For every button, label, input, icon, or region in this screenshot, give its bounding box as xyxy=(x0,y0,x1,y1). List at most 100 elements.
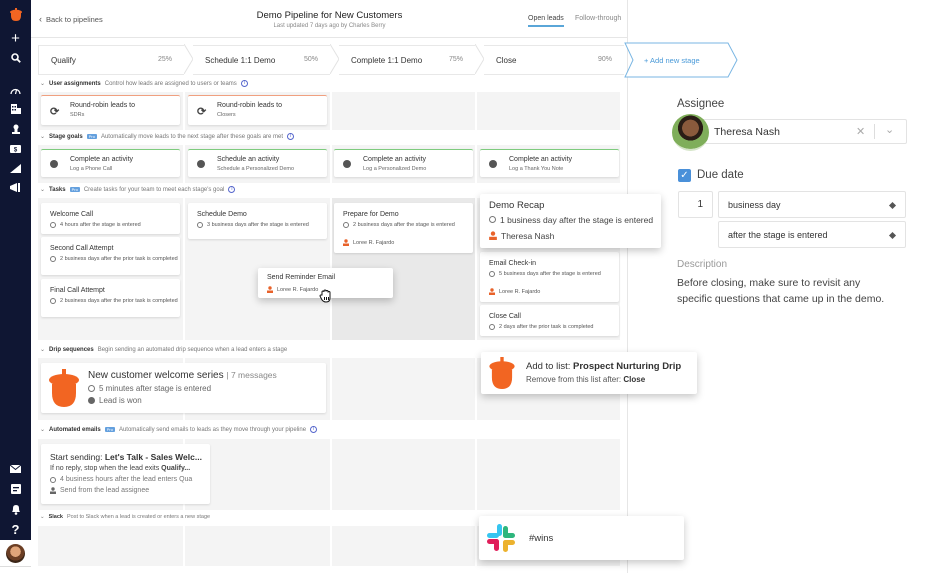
section-slack[interactable]: ⌄ Slack Post to Slack when a lead is cre… xyxy=(40,514,210,520)
email-icon[interactable] xyxy=(0,460,31,478)
topbar: ‹ Back to pipelines Demo Pipeline for Ne… xyxy=(31,0,628,38)
plus-icon[interactable]: + xyxy=(0,29,31,47)
assignee-avatar xyxy=(672,114,709,151)
info-icon[interactable]: i xyxy=(240,80,248,87)
due-date-checkbox[interactable]: ✓ xyxy=(678,169,691,182)
grab-cursor-icon xyxy=(319,289,331,303)
column-bg xyxy=(185,526,330,566)
chevron-down-icon: ⌄ xyxy=(40,427,46,433)
clock-icon xyxy=(88,385,95,392)
companies-icon[interactable] xyxy=(0,100,31,118)
assignment-card[interactable]: ⟳ Round-robin leads to SDRs xyxy=(41,95,180,125)
search-icon[interactable] xyxy=(0,49,31,67)
phone-icon xyxy=(489,160,497,168)
pro-badge: Pro xyxy=(69,187,80,192)
goal-card[interactable]: Complete an activity Log a Thank You Not… xyxy=(480,149,619,177)
select-arrow-icon xyxy=(888,201,897,210)
tasks-icon[interactable] xyxy=(0,480,31,498)
acorn-icon xyxy=(489,357,515,389)
task-card[interactable]: Welcome Call 4 hours after the stage is … xyxy=(41,203,180,234)
calendar-icon xyxy=(197,160,205,168)
slack-logo-icon xyxy=(487,524,515,552)
stage-schedule-demo[interactable]: Schedule 1:1 Demo 50% xyxy=(193,45,330,75)
reports-icon[interactable] xyxy=(0,159,31,177)
assignee-select[interactable]: Theresa Nash ✕ ⌄ xyxy=(698,119,907,144)
description-text[interactable]: Before closing, make sure to revisit any… xyxy=(677,275,892,307)
sidebar: + $ ? xyxy=(0,0,31,540)
pro-badge: Pro xyxy=(86,134,97,139)
chevron-down-icon: ⌄ xyxy=(40,187,46,193)
phone-icon xyxy=(343,160,351,168)
clock-icon xyxy=(489,271,495,277)
notifications-icon[interactable] xyxy=(0,500,31,518)
section-user-assignments[interactable]: ⌄ User assignments Control how leads are… xyxy=(40,80,248,87)
task-card[interactable]: Final Call Attempt 2 business days after… xyxy=(41,279,180,317)
chevron-down-icon: ⌄ xyxy=(40,81,46,87)
tab-open-leads[interactable]: Open leads xyxy=(528,15,564,27)
deals-icon[interactable]: $ xyxy=(0,140,31,158)
clock-icon xyxy=(50,256,56,262)
logo-acorn-icon[interactable] xyxy=(0,5,31,23)
column-bg xyxy=(332,358,475,420)
column-bg xyxy=(477,439,620,510)
acorn-icon xyxy=(49,369,79,407)
pro-badge: Pro xyxy=(104,427,115,432)
section-drip-sequences[interactable]: ⌄ Drip sequences Begin sending an automa… xyxy=(40,346,287,354)
task-card[interactable]: Close Call 2 days after the prior task i… xyxy=(480,305,619,336)
person-icon xyxy=(489,231,497,240)
drip-card[interactable]: New customer welcome series | 7 messages… xyxy=(41,363,326,413)
stage-qualify[interactable]: Qualify 25% xyxy=(38,45,184,75)
assignment-card[interactable]: ⟳ Round-robin leads to Closers xyxy=(188,95,327,125)
section-automated-emails[interactable]: ⌄ Automated emails Pro Automatically sen… xyxy=(40,426,318,433)
chevron-down-icon[interactable]: ⌄ xyxy=(885,123,894,136)
info-icon[interactable]: i xyxy=(310,426,318,433)
person-icon xyxy=(267,286,273,293)
clock-icon xyxy=(50,298,56,304)
task-card[interactable]: Email Check-in 5 business days after the… xyxy=(480,252,619,302)
column-bg xyxy=(38,526,183,566)
due-date-label: Due date xyxy=(697,169,744,181)
clock-icon xyxy=(50,222,56,228)
refresh-icon: ⟳ xyxy=(197,106,207,118)
chevron-down-icon: ⌄ xyxy=(40,514,45,520)
info-icon[interactable]: i xyxy=(228,186,236,193)
add-new-stage-button[interactable]: + Add new stage xyxy=(624,42,738,78)
assignee-label: Assignee xyxy=(677,98,725,110)
divider xyxy=(0,566,31,567)
chevron-down-icon: ⌄ xyxy=(40,347,46,353)
due-unit-select[interactable]: business day xyxy=(718,191,906,218)
column-bg xyxy=(332,92,475,130)
due-relative-select[interactable]: after the stage is entered xyxy=(718,221,906,248)
section-tasks[interactable]: ⌄ Tasks Pro Create tasks for your team t… xyxy=(40,186,236,193)
clock-icon xyxy=(50,477,56,483)
stage-bar: Qualify 25% Schedule 1:1 Demo 50% Comple… xyxy=(38,44,628,75)
goal-card[interactable]: Complete an activity Log a Personalized … xyxy=(334,149,473,177)
help-icon[interactable]: ? xyxy=(0,520,31,538)
task-card[interactable]: Second Call Attempt 2 business days afte… xyxy=(41,237,180,275)
campaigns-icon[interactable] xyxy=(0,178,31,196)
section-stage-goals[interactable]: ⌄ Stage goals Pro Automatically move lea… xyxy=(40,133,295,140)
tab-follow-through[interactable]: Follow-through xyxy=(575,15,621,22)
goal-card[interactable]: Complete an activity Log a Phone Call xyxy=(41,149,180,177)
clock-icon xyxy=(489,216,496,223)
goal-card[interactable]: Schedule an activity Schedule a Personal… xyxy=(188,149,327,177)
clock-icon xyxy=(489,324,495,330)
dashboard-icon[interactable] xyxy=(0,81,31,99)
due-amount-input[interactable]: 1 xyxy=(678,191,713,218)
task-card[interactable]: Schedule Demo 3 business days after the … xyxy=(188,203,327,239)
automated-email-card[interactable]: Start sending: Let's Talk - Sales Welc..… xyxy=(41,444,210,504)
info-icon[interactable]: i xyxy=(287,133,295,140)
clear-icon[interactable]: ✕ xyxy=(856,125,865,138)
stage-complete-demo[interactable]: Complete 1:1 Demo 75% xyxy=(339,45,475,75)
chevron-down-icon: ⌄ xyxy=(40,134,46,140)
task-card[interactable]: Prepare for Demo 2 business days after t… xyxy=(334,203,473,253)
clock-icon xyxy=(343,222,349,228)
user-avatar[interactable] xyxy=(6,544,25,563)
description-label: Description xyxy=(677,259,728,270)
select-arrow-icon xyxy=(888,231,897,240)
column-bg xyxy=(332,439,475,510)
contacts-icon[interactable] xyxy=(0,120,31,138)
person-icon xyxy=(489,288,495,295)
refresh-icon: ⟳ xyxy=(50,106,60,118)
stage-close[interactable]: Close 90% xyxy=(484,45,624,75)
